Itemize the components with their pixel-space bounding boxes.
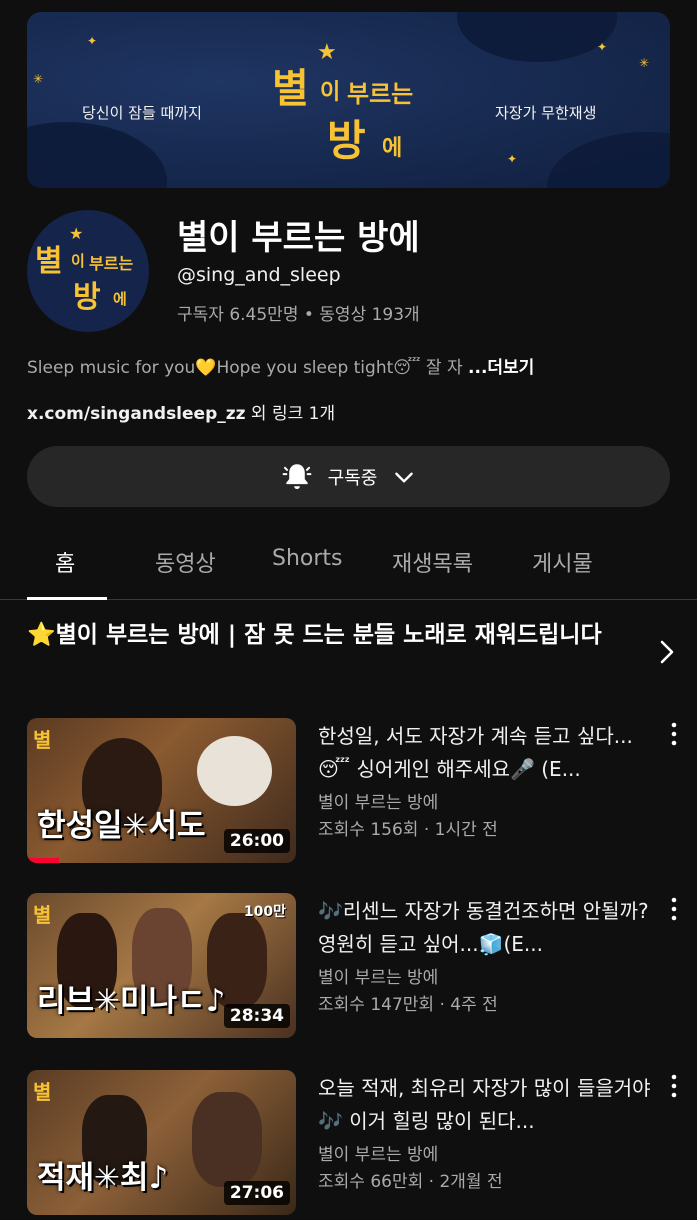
video-duration: 26:00 [223,829,290,853]
video-channel: 별이 부르는 방에 [318,968,439,988]
thumbnail-text: 한성일✳서도 [37,808,206,844]
tab-posts[interactable]: 게시물 [532,546,593,578]
tab-home[interactable]: 홈 [55,546,75,578]
channel-avatar[interactable]: 별 ★ 이 부르는 방 에 [27,210,149,332]
channel-link[interactable]: x.com/singandsleep_zz [27,404,246,424]
video-title[interactable]: 오늘 적재, 최유리 자장가 많이 들을거야🎶 이거 힐링 많이 된다... [318,1072,653,1138]
video-duration: 28:34 [223,1004,290,1028]
description-text: Sleep music for you💛Hope you sleep tight… [27,358,469,378]
channel-name: 별이 부르는 방에 [177,218,420,258]
thumbnail-text: 리브✳미나ㄷ♪ [37,983,226,1019]
more-link[interactable]: ...더보기 [468,358,534,378]
section-title[interactable]: ⭐별이 부르는 방에 | 잠 못 드는 분들 노래로 재워드립니다 [27,617,637,654]
channel-banner: ✦ ✳ ✦ ✳ ✦ 당신이 잠들 때까지 자장가 무한재생 별 ★ 이 부르는 … [27,12,670,188]
banner-right-text: 자장가 무한재생 [495,104,597,122]
video-title[interactable]: 🎶리센느 자장가 동결건조하면 안될까? 영원히 듣고 싶어...🧊(E... [318,895,653,961]
active-tab-indicator [27,597,107,600]
more-vert-icon[interactable] [667,720,681,748]
channel-tabs: 홈 동영상 Shorts 재생목록 게시물 [0,530,697,600]
banner-left-text: 당신이 잠들 때까지 [82,104,202,122]
tab-videos[interactable]: 동영상 [155,546,216,578]
chevron-right-icon[interactable] [656,636,678,668]
video-item[interactable]: 별 한성일✳서도 26:00 한성일, 서도 자장가 계속 듣고 싶다...😴 … [27,718,697,868]
video-item[interactable]: 별 100만 리브✳미나ㄷ♪ 28:34 🎶리센느 자장가 동결건조하면 안될까… [27,893,697,1043]
video-channel: 별이 부르는 방에 [318,793,439,813]
channel-description[interactable]: Sleep music for you💛Hope you sleep tight… [27,353,534,378]
bell-icon [282,463,312,489]
subscribed-label: 구독중 [327,467,378,489]
video-meta: 조회수 147만회 · 4주 전 [318,995,498,1015]
channel-handle: @sing_and_sleep [177,264,341,286]
more-vert-icon[interactable] [667,895,681,923]
link-suffix: 외 링크 1개 [245,404,336,424]
thumbnail-text: 적재✳최♪ [37,1160,169,1196]
chevron-down-icon [395,472,414,483]
video-meta: 조회수 156회 · 1시간 전 [318,820,498,840]
video-thumbnail[interactable]: 별 한성일✳서도 26:00 [27,718,296,863]
video-title[interactable]: 한성일, 서도 자장가 계속 듣고 싶다...😴 싱어게인 해주세요🎤 (E..… [318,720,653,786]
video-item[interactable]: 별 적재✳최♪ 27:06 오늘 적재, 최유리 자장가 많이 들을거야🎶 이거… [27,1070,697,1220]
watch-progress [27,858,60,863]
video-duration: 27:06 [223,1181,290,1205]
more-vert-icon[interactable] [667,1072,681,1100]
video-thumbnail[interactable]: 별 100만 리브✳미나ㄷ♪ 28:34 [27,893,296,1038]
channel-links[interactable]: x.com/singandsleep_zz 외 링크 1개 [27,399,335,424]
video-thumbnail[interactable]: 별 적재✳최♪ 27:06 [27,1070,296,1215]
views-badge: 100만 [243,904,286,920]
video-meta: 조회수 66만회 · 2개월 전 [318,1172,503,1192]
subscribed-button[interactable]: 구독중 [27,446,670,507]
tab-shorts[interactable]: Shorts [272,546,343,571]
video-channel: 별이 부르는 방에 [318,1145,439,1165]
tab-playlists[interactable]: 재생목록 [392,546,473,578]
channel-stats: 구독자 6.45만명 • 동영상 193개 [177,305,420,325]
